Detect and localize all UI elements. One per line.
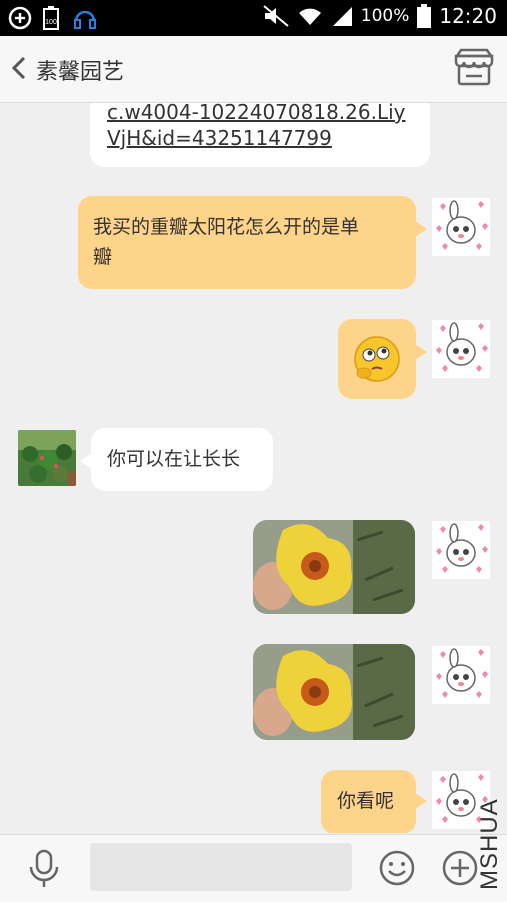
status-bar: 100 100% 12:20 [0, 0, 507, 36]
signal-icon [332, 7, 352, 26]
battery-icon [417, 4, 432, 28]
message-incoming-text[interactable]: 你可以在让长长 [91, 428, 273, 491]
rabbit-avatar-icon [436, 523, 488, 573]
message-text-line: 瓣 [93, 246, 113, 268]
microphone-icon[interactable] [26, 849, 62, 889]
battery-percent: 100% [360, 6, 410, 26]
headset-icon [74, 10, 96, 29]
chat-header: 素馨园艺 [0, 36, 507, 103]
message-text: 你看呢 [337, 790, 395, 812]
plus-icon[interactable] [441, 849, 479, 887]
message-link-bubble[interactable]: c.w4004-10224070818.26.Liy VjH&id=432511… [90, 103, 430, 167]
message-outgoing-image[interactable] [253, 644, 415, 740]
thinking-emoji-icon [354, 336, 400, 382]
bubble-tail [415, 793, 427, 809]
battery-app-icon: 100 [43, 6, 59, 30]
mute-icon [263, 5, 289, 27]
plant-photo-avatar [18, 430, 76, 486]
rabbit-avatar-icon [436, 648, 488, 698]
message-outgoing-text[interactable]: 我买的重瓣太阳花怎么开的是单 瓣 [78, 196, 416, 289]
message-text-line: 我买的重瓣太阳花怎么开的是单 [93, 216, 360, 238]
my-avatar[interactable] [432, 198, 490, 256]
input-bar [0, 834, 507, 902]
page-title: 素馨园艺 [36, 60, 125, 85]
message-list[interactable]: c.w4004-10224070818.26.Liy VjH&id=432511… [0, 103, 507, 833]
store-icon[interactable] [453, 48, 495, 88]
message-text: 你可以在让长长 [107, 448, 241, 470]
my-avatar[interactable] [432, 320, 490, 378]
emoji-icon[interactable] [378, 849, 416, 887]
link-line-1[interactable]: c.w4004-10224070818.26.Liy [107, 103, 406, 125]
add-circle-icon [8, 6, 32, 30]
clock: 12:20 [439, 4, 497, 28]
message-input[interactable] [90, 843, 352, 891]
message-outgoing-image[interactable] [253, 520, 415, 614]
flower-photo [253, 644, 415, 740]
my-avatar[interactable] [432, 521, 490, 579]
flower-photo [253, 520, 415, 614]
message-outgoing-text[interactable]: 你看呢 [321, 770, 416, 833]
contact-avatar[interactable] [18, 430, 76, 486]
wifi-icon [298, 8, 321, 25]
rabbit-avatar-icon [436, 322, 488, 372]
message-outgoing-sticker[interactable] [338, 319, 416, 399]
battery-app-label: 100 [45, 19, 57, 26]
watermark-text: MSHUA [476, 798, 503, 890]
link-line-2[interactable]: VjH&id=43251147799 [107, 125, 406, 151]
watermark: MSHUA [476, 798, 503, 890]
rabbit-avatar-icon [436, 200, 488, 250]
bubble-tail [415, 221, 427, 237]
my-avatar[interactable] [432, 646, 490, 704]
back-icon[interactable] [6, 52, 34, 84]
bubble-tail [415, 344, 427, 360]
